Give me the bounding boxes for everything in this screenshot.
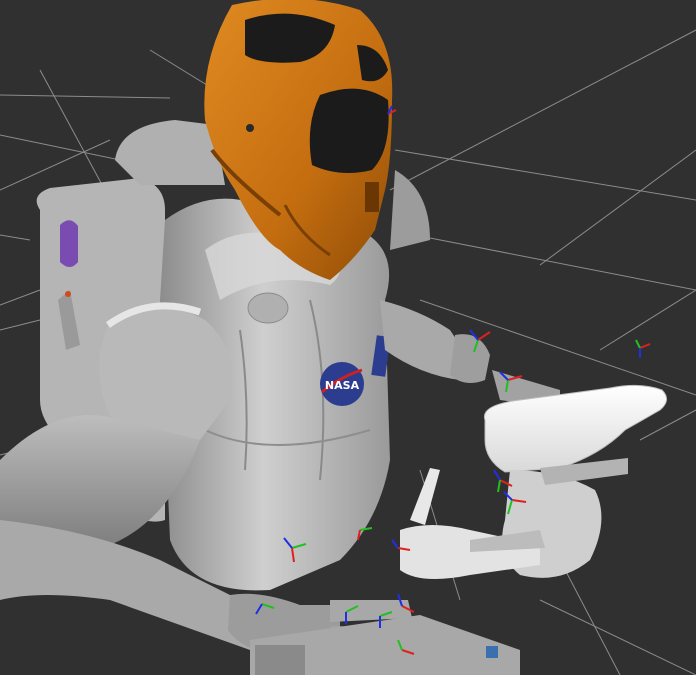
tf-frame-icon [357,527,373,541]
scene-canvas: NASA [0,0,696,675]
robot-left-arm [380,300,560,408]
chest-logo-text: NASA [325,379,360,392]
target-pose-ghost [400,384,667,579]
tf-frame-icon [635,339,651,358]
3d-viewport[interactable]: NASA [0,0,696,675]
